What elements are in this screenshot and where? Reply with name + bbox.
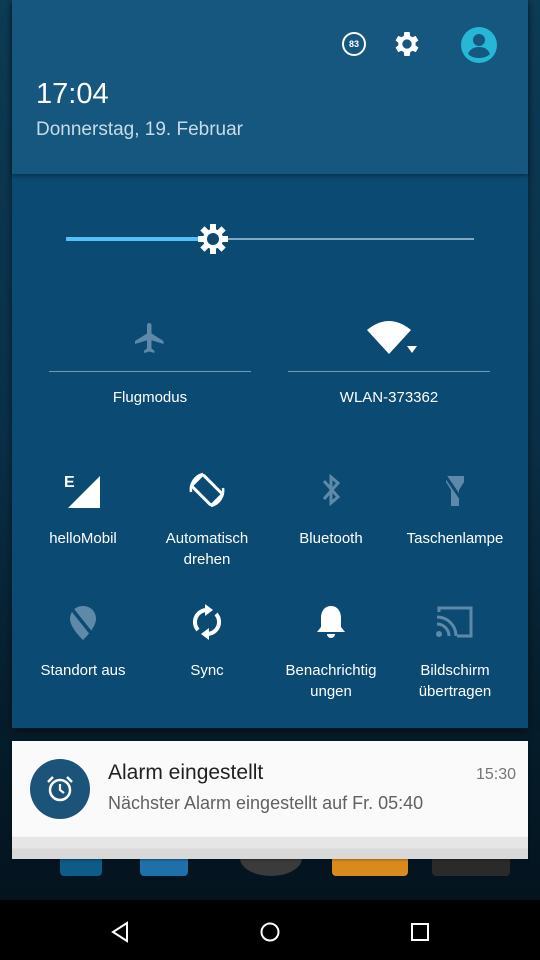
quick-settings-panel: 17:04 Donnerstag, 19. Februar 83 Flugmod…: [12, 0, 528, 728]
notification-stack-edge: [12, 849, 528, 859]
notification-time: 15:30: [475, 766, 516, 783]
notification-stack-edge: [12, 837, 528, 849]
battery-level: 83: [342, 32, 366, 56]
tile-divider: [288, 371, 490, 372]
tile-sync[interactable]: Sync: [145, 600, 269, 720]
tile-label: helloMobil: [21, 528, 145, 549]
tile-label-line1: Bildschirm: [420, 662, 490, 679]
tile-label-line1: Sync: [190, 662, 224, 679]
clock-time: 17:04: [36, 78, 109, 110]
tile-label: Bluetooth: [269, 528, 393, 549]
cell-signal-icon: E: [21, 468, 145, 512]
tile-hellomobil[interactable]: E helloMobil: [21, 468, 145, 588]
tile-wlan[interactable]: WLAN-373362: [288, 305, 490, 425]
tile-benachrichtigungen[interactable]: Benachrichtig ungen: [269, 600, 393, 720]
date-label[interactable]: Donnerstag, 19. Februar: [36, 119, 243, 141]
bell-icon: [269, 600, 393, 644]
tile-label-line1: Benachrichtig: [285, 662, 377, 679]
tile-label-line1: Standort aus: [40, 662, 126, 679]
tile-standort[interactable]: Standort aus: [21, 600, 145, 720]
tile-label-line1: Taschenlampe: [406, 530, 504, 547]
tile-label: WLAN-373362: [339, 389, 439, 406]
bluetooth-off-icon: [269, 468, 393, 512]
tile-label: Sync: [145, 660, 269, 681]
tile-taschenlampe[interactable]: Taschenlampe: [393, 468, 517, 588]
tile-divider: [49, 371, 251, 372]
location-off-icon: [21, 600, 145, 644]
tile-auto-rotate[interactable]: Automatisch drehen: [145, 468, 269, 588]
tile-label-line1: Bluetooth: [299, 530, 363, 547]
alarm-notification[interactable]: Alarm eingestellt 15:30 Nächster Alarm e…: [12, 741, 528, 837]
notification-text: Nächster Alarm eingestellt auf Fr. 05:40: [108, 793, 424, 813]
status-header: 17:04 Donnerstag, 19. Februar 83: [12, 0, 528, 174]
airplane-off-icon: [49, 313, 251, 363]
alarm-clock-icon: [30, 759, 90, 819]
tile-label: Automatisch drehen: [145, 528, 269, 570]
brightness-sun-icon[interactable]: [195, 221, 231, 257]
battery-badge-icon[interactable]: 83: [338, 28, 370, 60]
home-icon[interactable]: [250, 912, 290, 952]
tile-label: Standort aus: [21, 660, 145, 681]
navigation-bar: [0, 900, 540, 960]
tile-label: Benachrichtig ungen: [269, 660, 393, 702]
wifi-icon: [288, 313, 490, 363]
tile-flugmodus[interactable]: Flugmodus: [49, 305, 251, 425]
auto-rotate-icon: [145, 468, 269, 512]
recents-icon[interactable]: [400, 912, 440, 952]
tile-label: Flugmodus: [112, 389, 188, 406]
tile-label: Taschenlampe: [393, 528, 517, 549]
network-type-label: E: [64, 474, 75, 491]
back-icon[interactable]: [100, 912, 140, 952]
tile-bildschirm[interactable]: Bildschirm übertragen: [393, 600, 517, 720]
tile-bluetooth[interactable]: Bluetooth: [269, 468, 393, 588]
notification-title: Alarm eingestellt: [108, 761, 264, 784]
cast-icon: [393, 600, 517, 644]
user-avatar-icon[interactable]: [460, 26, 498, 64]
brightness-slider[interactable]: [66, 237, 474, 241]
sync-icon: [145, 600, 269, 644]
tile-label-line2: drehen: [183, 551, 231, 568]
brightness-fill: [66, 237, 213, 241]
settings-gear-icon[interactable]: [391, 28, 423, 60]
tile-label: Bildschirm übertragen: [393, 660, 517, 702]
flashlight-off-icon: [393, 468, 517, 512]
tile-label-line2: übertragen: [418, 683, 492, 700]
tile-label-line2: ungen: [310, 683, 352, 700]
tile-label-line1: helloMobil: [49, 530, 117, 547]
tile-label-line1: Automatisch: [165, 530, 249, 547]
